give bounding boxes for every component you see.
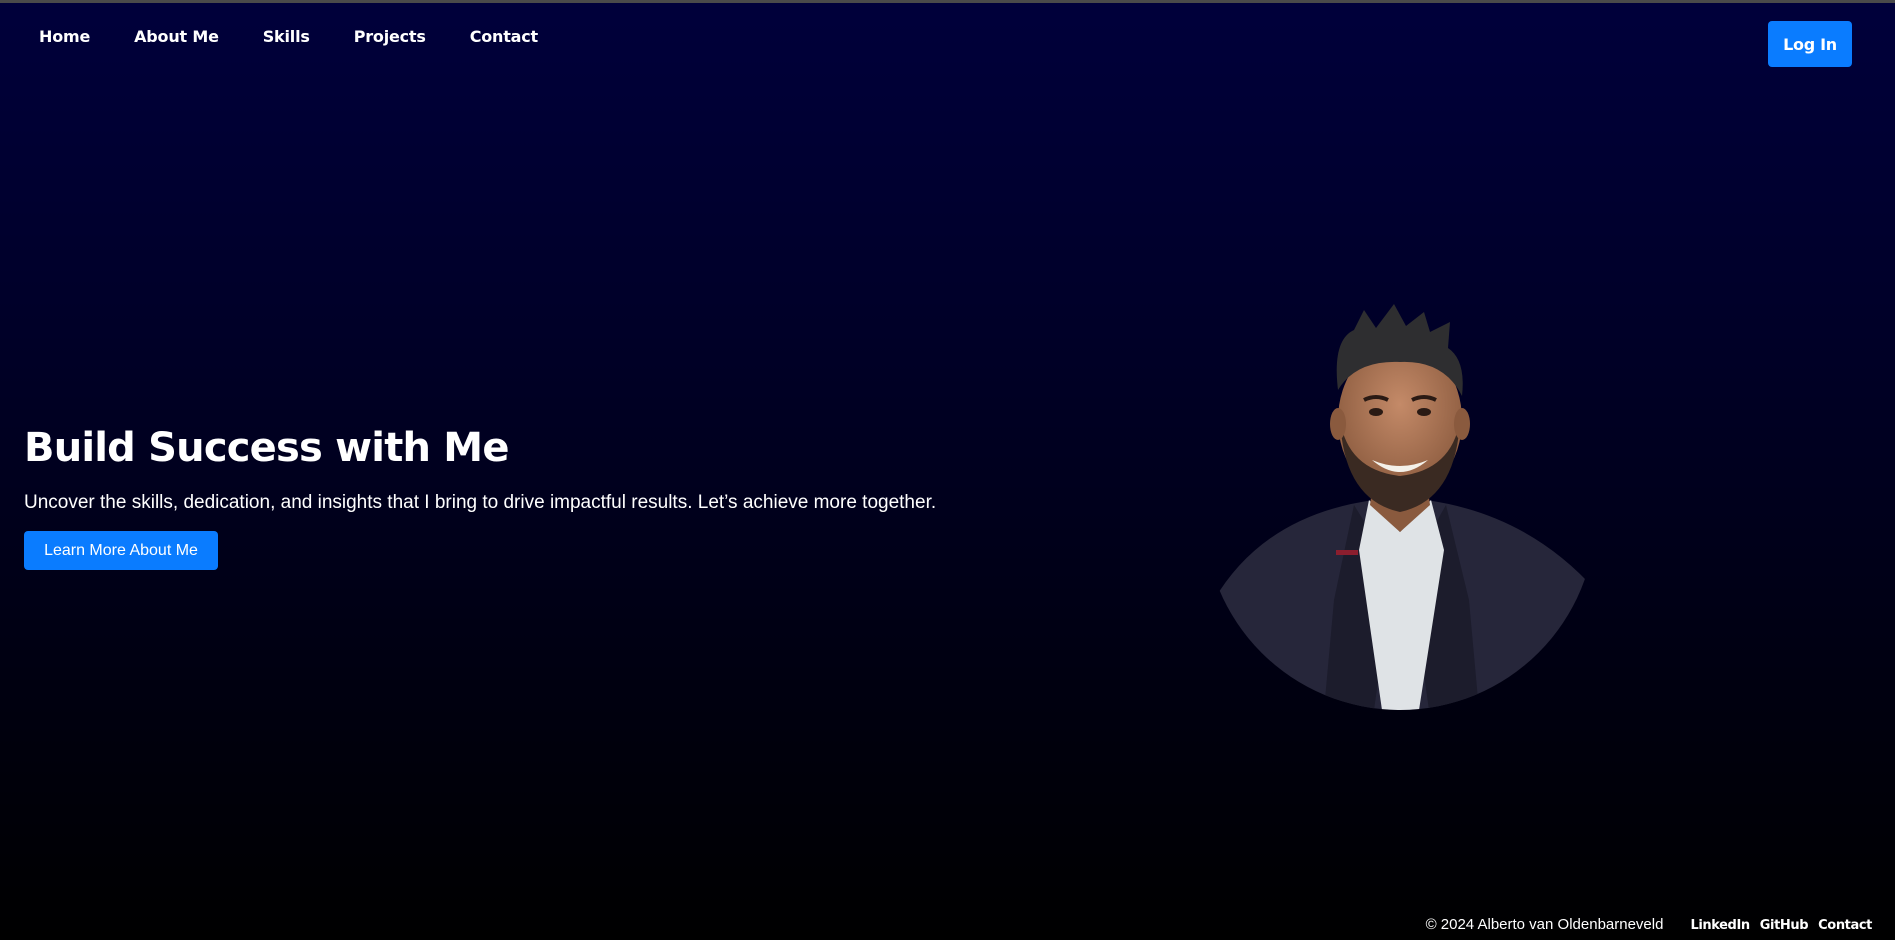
hero-subtitle: Uncover the skills, dedication, and insi… — [24, 492, 937, 513]
login-button[interactable]: Log In — [1768, 21, 1852, 67]
hero-title: Build Success with Me — [24, 425, 509, 471]
profile-photo — [1204, 300, 1624, 710]
copyright-text: © 2024 Alberto van Oldenbarneveld — [1425, 916, 1664, 933]
profile-photo-icon — [1204, 304, 1596, 710]
nav-link-about-me[interactable]: About Me — [134, 27, 219, 46]
nav-link-projects[interactable]: Projects — [354, 27, 426, 46]
nav-link-contact[interactable]: Contact — [470, 27, 539, 46]
footer-link-linkedin[interactable]: LinkedIn — [1690, 918, 1750, 933]
nav-link-home[interactable]: Home — [39, 27, 90, 46]
footer-link-github[interactable]: GitHub — [1760, 918, 1809, 933]
nav-link-skills[interactable]: Skills — [263, 27, 310, 46]
hero-section: Build Success with Me Uncover the skills… — [24, 420, 1024, 570]
navbar: Home About Me Skills Projects Contact Lo… — [0, 3, 1895, 77]
learn-more-button[interactable]: Learn More About Me — [24, 531, 218, 570]
footer: © 2024 Alberto van Oldenbarneveld Linked… — [1425, 916, 1873, 933]
footer-link-contact[interactable]: Contact — [1818, 918, 1872, 933]
nav-links: Home About Me Skills Projects Contact — [39, 27, 582, 46]
